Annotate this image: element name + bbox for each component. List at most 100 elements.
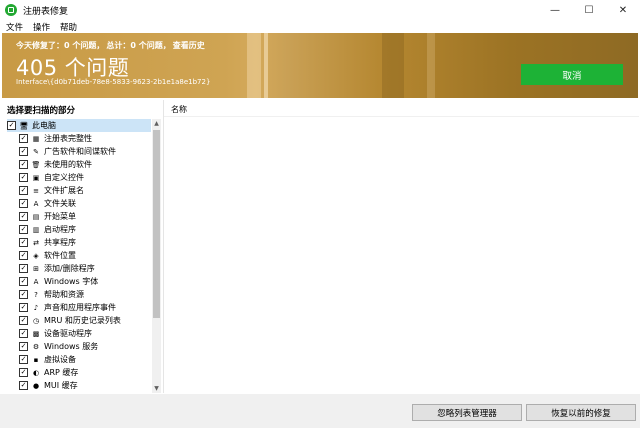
section-label: ARP 缓存 [44, 368, 79, 377]
view-history-link[interactable]: 查看历史 [173, 41, 205, 50]
file-ext-icon: ≡ [33, 186, 39, 195]
section-checkbox[interactable]: ✓ [19, 238, 28, 247]
menu-action[interactable]: 操作 [33, 21, 50, 33]
sections-tree: ✓ 🖥 此电脑 ✓ ▦ 注册表完整性 ✓ ✎ 广告软件和间谍软件 ✓ 🗑 未使用的软件 ✓ ▣ 自定义控件 ✓… [7, 119, 151, 391]
section-checkbox[interactable]: ✓ [19, 264, 28, 273]
section-checkbox[interactable]: ✓ [19, 277, 28, 286]
shared-icon: ⇄ [33, 238, 39, 247]
startup-icon: ▥ [32, 225, 40, 234]
section-label: 共享程序 [44, 238, 76, 247]
section-label: 注册表完整性 [44, 134, 92, 143]
section-label: MRU 和历史记录列表 [44, 316, 121, 325]
menu-bar: 文件 操作 帮助 [0, 20, 640, 33]
section-checkbox[interactable]: ✓ [19, 368, 28, 377]
arp-icon: ◐ [32, 368, 40, 377]
header-divider [164, 116, 639, 117]
scroll-thumb[interactable] [153, 130, 160, 318]
tree-root-this-pc[interactable]: ✓ 🖥 此电脑 [7, 119, 151, 132]
cancel-button[interactable]: 取消 [521, 64, 623, 85]
tree-item[interactable]: ✓ ≡ 文件扩展名 [7, 184, 151, 197]
menu-file[interactable]: 文件 [6, 21, 23, 33]
app-logo-icon [5, 4, 17, 16]
sections-scrollbar[interactable]: ▲ ▼ [152, 119, 161, 393]
close-button[interactable]: ✕ [606, 0, 640, 20]
tree-item[interactable]: ✓ ◐ ARP 缓存 [7, 366, 151, 379]
menu-help[interactable]: 帮助 [60, 21, 77, 33]
restore-previous-button[interactable]: 恢复以前的修复 [526, 404, 636, 421]
tree-item[interactable]: ✓ ▣ 自定义控件 [7, 171, 151, 184]
tree-item[interactable]: ✓ ● MUI 缓存 [7, 379, 151, 391]
section-label: 自定义控件 [44, 173, 84, 182]
minimize-button[interactable]: — [538, 0, 572, 20]
section-checkbox[interactable]: ✓ [19, 212, 28, 221]
tree-item[interactable]: ✓ ▩ 设备驱动程序 [7, 327, 151, 340]
tree-item[interactable]: ✓ ▥ 启动程序 [7, 223, 151, 236]
section-checkbox[interactable]: ✓ [19, 381, 28, 390]
sound-icon: ♪ [33, 303, 39, 312]
trash-icon: 🗑 [31, 160, 41, 169]
section-checkbox[interactable]: ✓ [19, 134, 28, 143]
section-label: 文件扩展名 [44, 186, 84, 195]
tree-item[interactable]: ✓ ▦ 注册表完整性 [7, 132, 151, 145]
section-checkbox[interactable]: ✓ [19, 147, 28, 156]
tree-item[interactable]: ✓ ♪ 声音和应用程序事件 [7, 301, 151, 314]
section-label: 设备驱动程序 [44, 329, 92, 338]
tree-item[interactable]: ✓ ◈ 软件位置 [7, 249, 151, 262]
section-label: 虚拟设备 [44, 355, 76, 364]
tree-item[interactable]: ✓ 🗑 未使用的软件 [7, 158, 151, 171]
tree-item[interactable]: ✓ ⚙ Windows 服务 [7, 340, 151, 353]
scan-sections-panel: 选择要扫描的部分 ✓ 🖥 此电脑 ✓ ▦ 注册表完整性 ✓ ✎ 广告软件和间谍软件 ✓ 🗑 未使用的软… [2, 100, 162, 393]
tree-item[interactable]: ✓ ✎ 广告软件和间谍软件 [7, 145, 151, 158]
section-label: 软件位置 [44, 251, 76, 260]
section-label: Windows 服务 [44, 342, 99, 351]
tree-item[interactable]: ✓ ⊞ 添加/删除程序 [7, 262, 151, 275]
section-checkbox[interactable]: ✓ [19, 199, 28, 208]
section-checkbox[interactable]: ✓ [19, 251, 28, 260]
section-checkbox[interactable]: ✓ [7, 121, 16, 130]
ignore-list-button[interactable]: 忽略列表管理器 [412, 404, 522, 421]
computer-icon: 🖥 [19, 121, 29, 130]
section-checkbox[interactable]: ✓ [19, 303, 28, 312]
section-label: 帮助和资源 [44, 290, 84, 299]
section-checkbox[interactable]: ✓ [19, 355, 28, 364]
tree-item[interactable]: ✓ ▪ 虚拟设备 [7, 353, 151, 366]
section-checkbox[interactable]: ✓ [19, 329, 28, 338]
virtual-device-icon: ▪ [33, 355, 39, 364]
window-title: 注册表修复 [23, 6, 69, 17]
scroll-down-icon[interactable]: ▼ [152, 384, 161, 393]
help-icon: ? [34, 290, 38, 299]
tree-item[interactable]: ✓ ▤ 开始菜单 [7, 210, 151, 223]
section-checkbox[interactable]: ✓ [19, 316, 28, 325]
software-location-icon: ◈ [33, 251, 39, 260]
section-checkbox[interactable]: ✓ [19, 290, 28, 299]
tree-item[interactable]: ✓ ⇄ 共享程序 [7, 236, 151, 249]
results-list[interactable]: 名称 [163, 100, 639, 393]
section-label: 开始菜单 [44, 212, 76, 221]
section-checkbox[interactable]: ✓ [19, 173, 28, 182]
add-remove-icon: ⊞ [33, 264, 39, 273]
section-checkbox[interactable]: ✓ [19, 160, 28, 169]
section-label: 声音和应用程序事件 [44, 303, 116, 312]
title-bar: 注册表修复 — ☐ ✕ [0, 0, 640, 20]
total-fixed-text: 总计：0 个问题， [106, 41, 171, 50]
section-label: 文件关联 [44, 199, 76, 208]
sections-header: 选择要扫描的部分 [7, 106, 76, 116]
tree-item[interactable]: ✓? 帮助和资源 [7, 288, 151, 301]
tree-item[interactable]: ✓ A 文件关联 [7, 197, 151, 210]
scroll-up-icon[interactable]: ▲ [152, 119, 161, 128]
maximize-button[interactable]: ☐ [572, 0, 606, 20]
history-icon: ◷ [32, 316, 40, 325]
section-checkbox[interactable]: ✓ [19, 342, 28, 351]
driver-icon: ▩ [32, 329, 40, 338]
registry-icon: ▦ [32, 134, 40, 143]
tree-item[interactable]: ✓ A Windows 字体 [7, 275, 151, 288]
section-label: 添加/删除程序 [44, 264, 95, 273]
section-checkbox[interactable]: ✓ [19, 225, 28, 234]
services-icon: ⚙ [32, 342, 40, 351]
section-checkbox[interactable]: ✓ [19, 186, 28, 195]
name-column-header[interactable]: 名称 [171, 104, 187, 115]
section-label: 启动程序 [44, 225, 76, 234]
tree-item[interactable]: ✓ ◷ MRU 和历史记录列表 [7, 314, 151, 327]
section-label: Windows 字体 [44, 277, 99, 286]
today-fixed-text: 今天修复了：0 个问题， [16, 41, 105, 50]
